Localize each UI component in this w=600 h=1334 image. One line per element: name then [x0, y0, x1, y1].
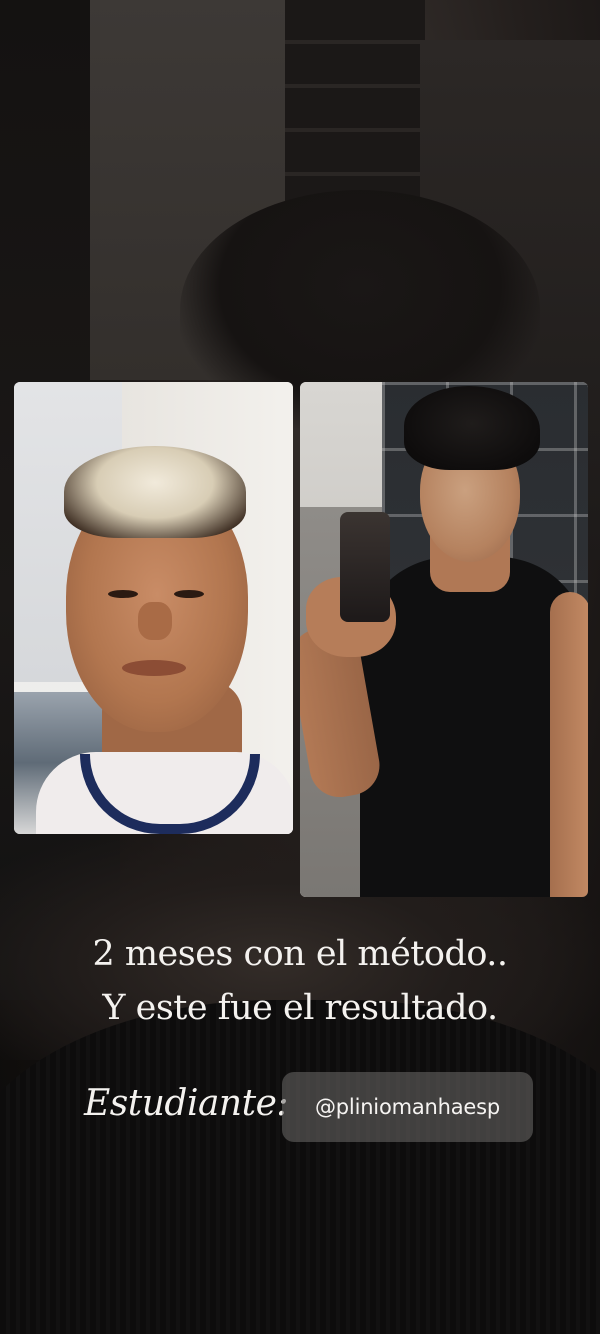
background-shirt: [0, 1000, 600, 1334]
before-photo-mouth: [122, 660, 186, 676]
before-photo: [14, 382, 293, 834]
mention-sticker[interactable]: @pliniomanhaesp: [282, 1072, 533, 1142]
caption-line-2: Y este fue el resultado.: [102, 988, 498, 1028]
after-photo-hair: [404, 386, 540, 470]
before-photo-eye-left: [108, 590, 138, 598]
before-photo-nose: [138, 602, 172, 640]
after-photo: [300, 382, 588, 897]
before-photo-eye-right: [174, 590, 204, 598]
before-photo-hair: [64, 446, 246, 538]
after-photo-phone: [340, 512, 390, 622]
story-frame: 2 meses con el método.. Y este fue el re…: [0, 0, 600, 1334]
caption-line-1: 2 meses con el método..: [92, 934, 508, 974]
student-label: Estudiante:: [84, 1083, 289, 1124]
after-photo-arm-right: [550, 592, 588, 897]
